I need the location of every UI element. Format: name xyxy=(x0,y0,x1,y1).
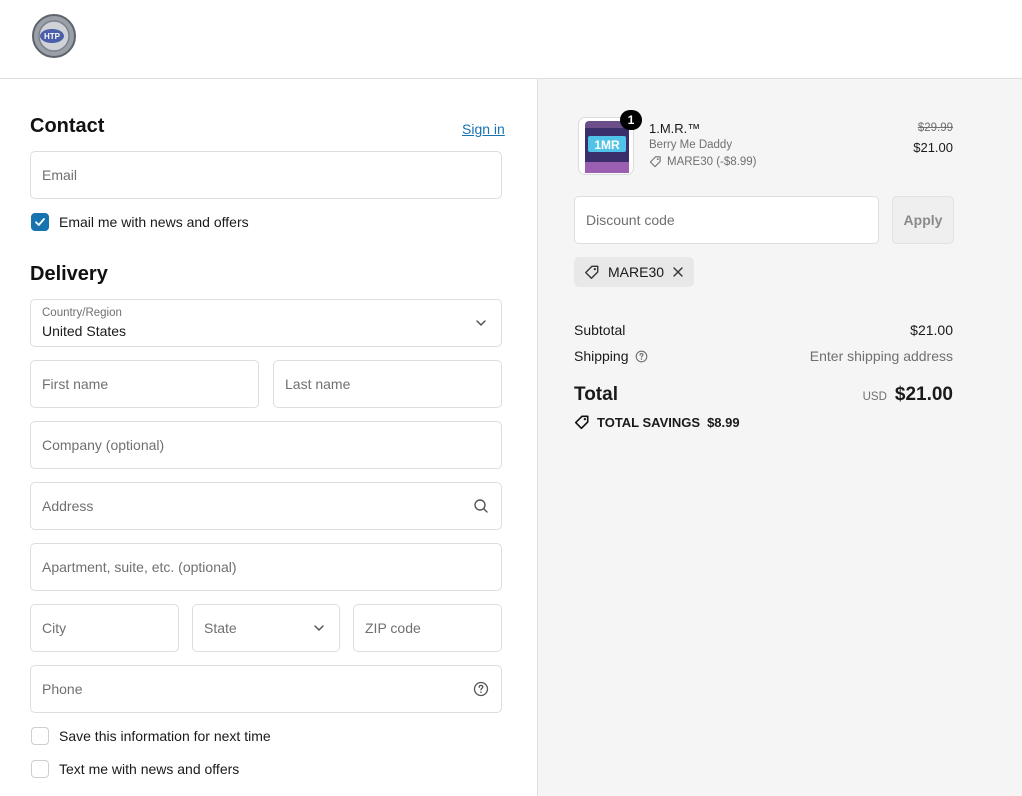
tag-icon xyxy=(585,265,599,279)
apartment-field[interactable]: Apartment, suite, etc. (optional) xyxy=(30,543,502,591)
sign-in-link[interactable]: Sign in xyxy=(462,121,505,137)
currency-code: USD xyxy=(862,391,887,403)
checkbox-check-icon xyxy=(35,218,45,226)
product-discount: MARE30 (-$8.99) xyxy=(649,155,756,168)
total-value: $21.00 xyxy=(894,384,953,405)
close-icon[interactable] xyxy=(672,266,684,278)
email-field[interactable]: Email xyxy=(30,151,502,199)
tag-icon xyxy=(649,156,661,168)
subtotal-label: Subtotal xyxy=(574,322,626,338)
save-info-label: Save this information for next time xyxy=(59,728,271,744)
state-select[interactable]: State xyxy=(192,604,340,652)
product-old-price: $29.99 xyxy=(917,122,953,134)
chevron-down-icon xyxy=(314,625,324,632)
savings-label: TOTAL SAVINGS xyxy=(597,414,701,430)
subtotal-value: $21.00 xyxy=(910,322,953,338)
product-thumb-text: 1MR xyxy=(594,138,620,152)
total-label: Total xyxy=(574,384,618,405)
shipping-value: Enter shipping address xyxy=(809,348,953,364)
country-value: United States xyxy=(42,323,127,339)
city-field[interactable]: City xyxy=(30,604,179,652)
email-news-checkbox-row[interactable]: Email me with news and offers xyxy=(31,213,249,231)
country-select[interactable]: Country/Region United States xyxy=(30,299,502,347)
phone-placeholder: Phone xyxy=(42,681,83,697)
save-info-checkbox-row[interactable]: Save this information for next time xyxy=(31,727,271,745)
company-placeholder: Company (optional) xyxy=(42,437,165,453)
header: HTP xyxy=(0,0,1022,79)
country-label: Country/Region xyxy=(42,307,122,319)
quantity-badge: 1 xyxy=(620,110,642,130)
total-amount: USD $21.00 xyxy=(863,384,953,406)
logo-icon[interactable]: HTP xyxy=(30,12,78,58)
contact-title: Contact xyxy=(30,115,105,137)
product-name: 1.M.R.™ xyxy=(649,121,701,136)
help-circle-icon[interactable] xyxy=(473,681,489,697)
tag-icon xyxy=(574,415,589,430)
text-me-checkbox[interactable] xyxy=(31,760,49,778)
product-variant: Berry Me Daddy xyxy=(649,139,733,151)
discount-placeholder: Discount code xyxy=(586,212,675,228)
total-savings: TOTAL SAVINGS $8.99 xyxy=(574,414,740,430)
product-discount-text: MARE30 (-$8.99) xyxy=(667,155,757,168)
city-placeholder: City xyxy=(42,620,67,636)
svg-text:HTP: HTP xyxy=(44,32,61,41)
state-placeholder: State xyxy=(204,620,237,636)
email-news-checkbox[interactable] xyxy=(31,213,49,231)
order-summary: 1MR 1 1.M.R.™ Berry Me Daddy MARE30 (-$8… xyxy=(538,79,1022,796)
address-placeholder: Address xyxy=(42,498,94,514)
save-info-checkbox[interactable] xyxy=(31,727,49,745)
email-news-label: Email me with news and offers xyxy=(59,214,249,230)
shipping-row: Shipping xyxy=(574,348,648,364)
discount-code-input[interactable]: Discount code xyxy=(574,196,879,244)
first-name-field[interactable]: First name xyxy=(30,360,259,408)
apply-button[interactable]: Apply xyxy=(892,196,954,244)
last-name-placeholder: Last name xyxy=(285,376,351,392)
savings-value: $8.99 xyxy=(707,414,740,430)
delivery-title: Delivery xyxy=(30,263,108,285)
checkout-form: Contact Sign in Email Email me with news… xyxy=(0,79,538,796)
search-icon[interactable] xyxy=(473,498,489,514)
last-name-field[interactable]: Last name xyxy=(273,360,502,408)
zip-field[interactable]: ZIP code xyxy=(353,604,502,652)
zip-placeholder: ZIP code xyxy=(365,620,421,636)
chevron-down-icon xyxy=(476,320,486,327)
help-circle-icon[interactable] xyxy=(635,350,648,363)
applied-discount-chip: MARE30 xyxy=(574,257,695,287)
text-me-label: Text me with news and offers xyxy=(59,761,240,777)
company-field[interactable]: Company (optional) xyxy=(30,421,502,469)
product-price: $21.00 xyxy=(913,140,953,155)
applied-code: MARE30 xyxy=(608,264,665,280)
text-me-checkbox-row[interactable]: Text me with news and offers xyxy=(31,760,239,778)
shipping-label: Shipping xyxy=(574,348,629,364)
address-field[interactable]: Address xyxy=(30,482,502,530)
email-placeholder: Email xyxy=(42,167,78,183)
phone-field[interactable]: Phone xyxy=(30,665,502,713)
apartment-placeholder: Apartment, suite, etc. (optional) xyxy=(42,559,237,575)
first-name-placeholder: First name xyxy=(42,376,109,392)
